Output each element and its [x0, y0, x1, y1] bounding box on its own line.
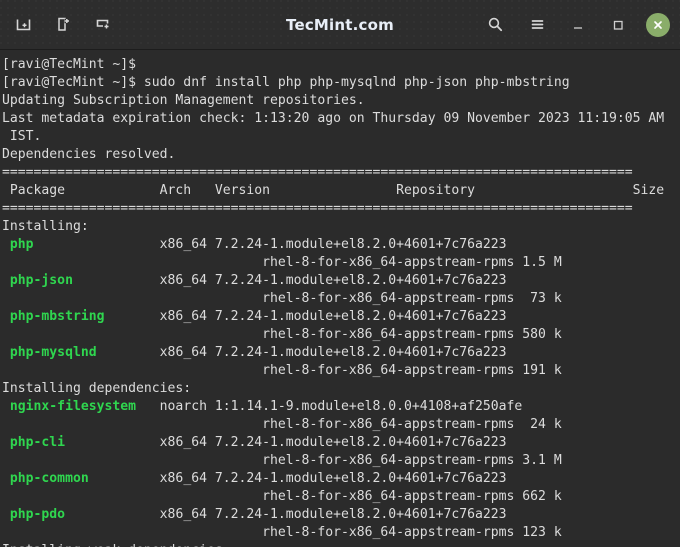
- terminal-line: Last metadata expiration check: 1:13:20 …: [2, 110, 680, 128]
- terminal-text: Updating Subscription Management reposit…: [2, 93, 365, 108]
- close-icon[interactable]: [646, 12, 670, 37]
- package-name: php-common: [2, 471, 89, 486]
- terminal-line: Dependencies resolved.: [2, 146, 680, 164]
- terminal-text: ========================================…: [2, 201, 633, 216]
- terminal-line: php-pdo x86_64 7.2.24-1.module+el8.2.0+4…: [2, 506, 680, 524]
- terminal-text: Installing dependencies:: [2, 381, 192, 396]
- terminal-line: Updating Subscription Management reposit…: [2, 92, 680, 110]
- terminal-text: x86_64 7.2.24-1.module+el8.2.0+4601+7c76…: [33, 237, 507, 252]
- terminal-text: noarch 1:1.14.1-9.module+el8.0.0+4108+af…: [136, 399, 523, 414]
- terminal-line: ========================================…: [2, 164, 680, 182]
- terminal-text: Dependencies resolved.: [2, 147, 176, 162]
- terminal-window: TecMint.com [ravi@TecMint ~]$ [ravi@TecM…: [0, 0, 680, 547]
- terminal-text: [ravi@TecMint ~]$: [2, 57, 137, 72]
- terminal-text: ========================================…: [2, 165, 633, 180]
- terminal-line: ========================================…: [2, 200, 680, 218]
- terminal-text: rhel-8-for-x86_64-appstream-rpms 191 k: [2, 363, 562, 378]
- terminal-line: rhel-8-for-x86_64-appstream-rpms 580 k: [2, 326, 680, 344]
- terminal-line: Installing:: [2, 218, 680, 236]
- terminal-text: Installing:: [2, 219, 89, 234]
- terminal-text: x86_64 7.2.24-1.module+el8.2.0+4601+7c76…: [96, 345, 507, 360]
- search-icon[interactable]: [482, 12, 508, 38]
- terminal-text: x86_64 7.2.24-1.module+el8.2.0+4601+7c76…: [72, 273, 507, 288]
- terminal-line: Installing weak dependencies:: [2, 542, 680, 547]
- terminal-line: php-cli x86_64 7.2.24-1.module+el8.2.0+4…: [2, 434, 680, 452]
- terminal-line: nginx-filesystem noarch 1:1.14.1-9.modul…: [2, 398, 680, 416]
- terminal-line: rhel-8-for-x86_64-appstream-rpms 123 k: [2, 524, 680, 542]
- split-terminal-icon[interactable]: [90, 12, 116, 38]
- terminal-line: rhel-8-for-x86_64-appstream-rpms 3.1 M: [2, 452, 680, 470]
- terminal-text: Package Arch Version Repository Size: [2, 183, 665, 198]
- terminal-text: [ravi@TecMint ~]$ sudo dnf install php p…: [2, 75, 570, 90]
- package-name: php-cli: [2, 435, 66, 450]
- terminal-text: rhel-8-for-x86_64-appstream-rpms 662 k: [2, 489, 562, 504]
- hamburger-menu-icon[interactable]: [524, 12, 550, 38]
- package-name: php: [2, 237, 34, 252]
- terminal-line: IST.: [2, 128, 680, 146]
- new-window-icon[interactable]: [50, 12, 76, 38]
- package-name: php-mysqlnd: [2, 345, 97, 360]
- terminal-text: x86_64 7.2.24-1.module+el8.2.0+4601+7c76…: [65, 435, 507, 450]
- terminal-line: Package Arch Version Repository Size: [2, 182, 680, 200]
- terminal-line: [ravi@TecMint ~]$: [2, 56, 680, 74]
- terminal-text: Last metadata expiration check: 1:13:20 …: [2, 111, 665, 126]
- package-name: php-json: [2, 273, 73, 288]
- titlebar-left-buttons: [10, 12, 116, 38]
- terminal-line: php-json x86_64 7.2.24-1.module+el8.2.0+…: [2, 272, 680, 290]
- terminal-text: Installing weak dependencies:: [2, 543, 231, 547]
- terminal-line: rhel-8-for-x86_64-appstream-rpms 24 k: [2, 416, 680, 434]
- terminal-text: rhel-8-for-x86_64-appstream-rpms 24 k: [2, 417, 562, 432]
- terminal-text: IST.: [2, 129, 42, 144]
- package-name: php-mbstring: [2, 309, 105, 324]
- terminal-text: x86_64 7.2.24-1.module+el8.2.0+4601+7c76…: [88, 471, 507, 486]
- terminal-line: rhel-8-for-x86_64-appstream-rpms 191 k: [2, 362, 680, 380]
- terminal-line: Installing dependencies:: [2, 380, 680, 398]
- terminal-line: [ravi@TecMint ~]$ sudo dnf install php p…: [2, 74, 680, 92]
- terminal-text: x86_64 7.2.24-1.module+el8.2.0+4601+7c76…: [65, 507, 507, 522]
- terminal-text: rhel-8-for-x86_64-appstream-rpms 1.5 M: [2, 255, 562, 270]
- terminal-text: x86_64 7.2.24-1.module+el8.2.0+4601+7c76…: [104, 309, 507, 324]
- titlebar: TecMint.com: [0, 0, 680, 50]
- terminal-text: rhel-8-for-x86_64-appstream-rpms 123 k: [2, 525, 562, 540]
- terminal-screen[interactable]: [ravi@TecMint ~]$ [ravi@TecMint ~]$ sudo …: [0, 50, 680, 547]
- terminal-text: rhel-8-for-x86_64-appstream-rpms 3.1 M: [2, 453, 562, 468]
- minimize-icon[interactable]: [566, 13, 590, 37]
- terminal-line: php-mysqlnd x86_64 7.2.24-1.module+el8.2…: [2, 344, 680, 362]
- maximize-icon[interactable]: [606, 13, 630, 37]
- terminal-line: rhel-8-for-x86_64-appstream-rpms 662 k: [2, 488, 680, 506]
- new-tab-icon[interactable]: [10, 12, 36, 38]
- package-name: php-pdo: [2, 507, 66, 522]
- terminal-line: php-mbstring x86_64 7.2.24-1.module+el8.…: [2, 308, 680, 326]
- titlebar-right-buttons: [482, 12, 670, 38]
- terminal-line: php x86_64 7.2.24-1.module+el8.2.0+4601+…: [2, 236, 680, 254]
- package-name: nginx-filesystem: [2, 399, 137, 414]
- terminal-line: rhel-8-for-x86_64-appstream-rpms 73 k: [2, 290, 680, 308]
- terminal-line: php-common x86_64 7.2.24-1.module+el8.2.…: [2, 470, 680, 488]
- terminal-text: rhel-8-for-x86_64-appstream-rpms 580 k: [2, 327, 562, 342]
- terminal-output: [ravi@TecMint ~]$ [ravi@TecMint ~]$ sudo …: [2, 56, 680, 547]
- terminal-text: rhel-8-for-x86_64-appstream-rpms 73 k: [2, 291, 562, 306]
- terminal-line: rhel-8-for-x86_64-appstream-rpms 1.5 M: [2, 254, 680, 272]
